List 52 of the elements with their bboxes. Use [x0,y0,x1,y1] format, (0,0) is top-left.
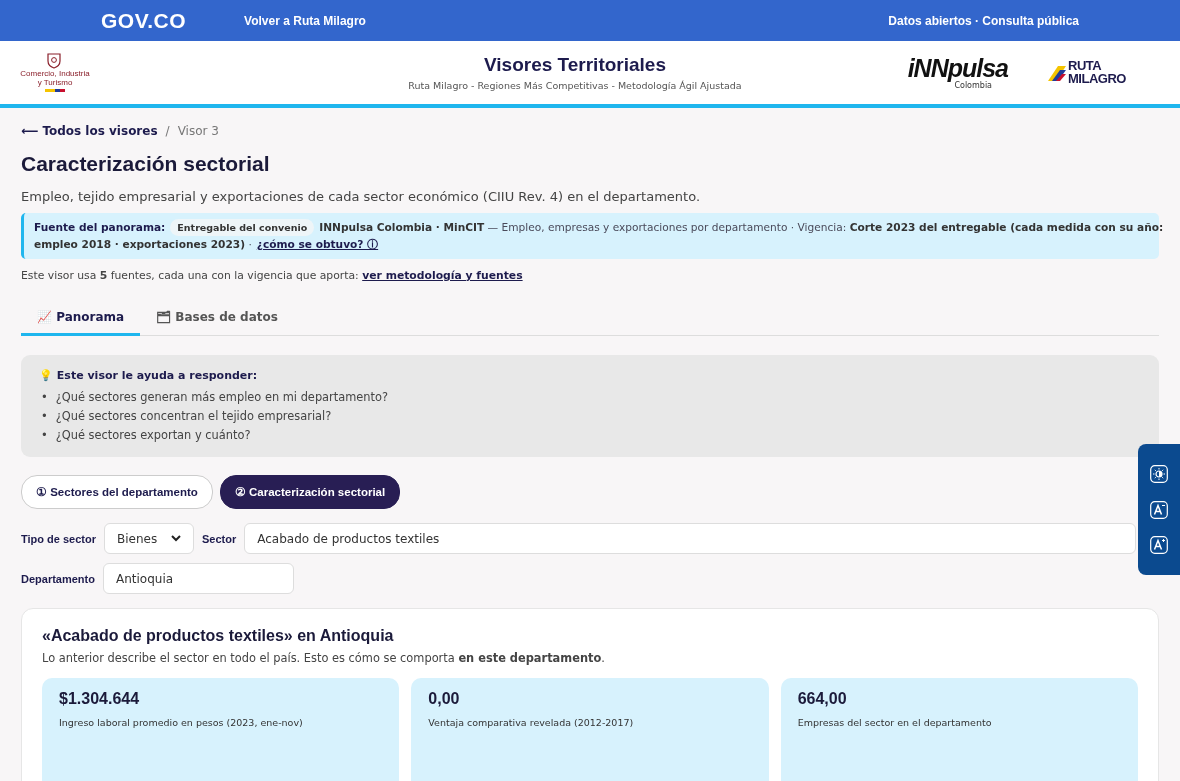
metric-value: 0,00 [428,690,461,709]
metric-value: $1.304.644 [59,690,141,709]
ministry-name: Comercio, Industria y Turismo [20,70,90,88]
partner-logo: RUTA MILAGRO [1068,60,1127,85]
methodology-link[interactable]: ver metodología y fuentes [362,269,523,283]
source-text: empleo 2018 · exportaciones 2023) · [34,237,252,253]
chevron-down-icon [171,535,181,543]
shield-icon [47,53,61,70]
flag-stripe-icon [45,88,65,92]
step-button[interactable]: ② Caracterización sectorial [219,475,401,510]
govco-logo[interactable]: GOV.CO [101,8,187,33]
metric-label: Ingreso laboral promedio en pesos (2023, ene-nov) [59,717,304,729]
top-links[interactable]: Datos abiertos · Consulta pública [888,13,1079,28]
back-link[interactable]: Volver a Ruta Milagro [244,13,366,28]
question-item: ¿Qué sectores exportan y cuánto? [55,428,251,443]
sector-type-select[interactable]: Bienes [104,523,194,555]
field-label: Sector [202,532,237,545]
result-note: Lo anterior describe el sector en todo el país. Esto es cómo se comporta en este departamento. [42,651,606,666]
contrast-icon[interactable] [1150,465,1168,484]
view-tab[interactable]: 🗂 Bases de datos [140,302,294,337]
decrease-text-icon[interactable] [1150,500,1168,519]
metric-label: Empresas del sector en el departamento [797,717,993,729]
view-tab[interactable]: 📈 Panorama [21,302,141,337]
metric-label: Ventaja comparativa revelada (2012-2017) [428,717,635,729]
question-item: ¿Qué sectores generan más empleo en mi departamento? [55,391,389,405]
site-subtitle: Ruta Milagro - Regiones Más Competitivas - Metodología Ágil Ajustada [407,80,743,91]
field-label: Departamento [21,572,95,585]
increase-text-icon[interactable] [1150,535,1168,554]
source-text: INNpulsa Colombia · MinCIT — Empleo, empresas y exportaciones por departamento · Vigencia: Corte 2023 del entregable (cada medida con su año: [319,220,1164,236]
breadcrumb-current: Visor 3 [177,124,219,138]
page-title: Caracterización sectorial [21,152,271,176]
sources-note: Este visor usa 5 fuentes, cada una con la vigencia que aporta: [21,269,359,283]
field-label: Tipo de sector [21,532,96,545]
department-field[interactable]: Antioquia [102,563,294,595]
step-button[interactable]: ① Sectores del departamento [21,475,213,510]
sector-select[interactable]: Acabado de productos textiles [244,523,1136,555]
bullet: • [41,409,48,424]
bullet: • [41,428,48,443]
partner-logo: iNNpulsa [907,55,1008,81]
questions-title: 💡 Este visor le ayuda a responder: [39,369,259,383]
source-tag: Entregable del convenio [170,219,315,237]
metric-value: 664,00 [797,690,848,709]
breadcrumb-separator: / [165,124,170,138]
site-title: Visores Territoriales [483,54,667,76]
logo-caption: Colombia [954,80,992,90]
question-item: ¿Qué sectores concentran el tejido empresarial? [55,409,332,424]
page-description: Empleo, tejido empresarial y exportaciones de cada sector económico (CIIU Rev. 4) en el departamento. [21,189,702,204]
how-obtained-link[interactable]: ¿cómo se obtuvo? ⓘ [256,236,379,254]
bullet: • [41,391,48,405]
result-title: «Acabado de productos textiles» en Antioquia [42,627,395,646]
breadcrumb-link[interactable]: ⟵ Todos los visores [21,124,158,138]
source-label: Fuente del panorama: [34,220,166,236]
